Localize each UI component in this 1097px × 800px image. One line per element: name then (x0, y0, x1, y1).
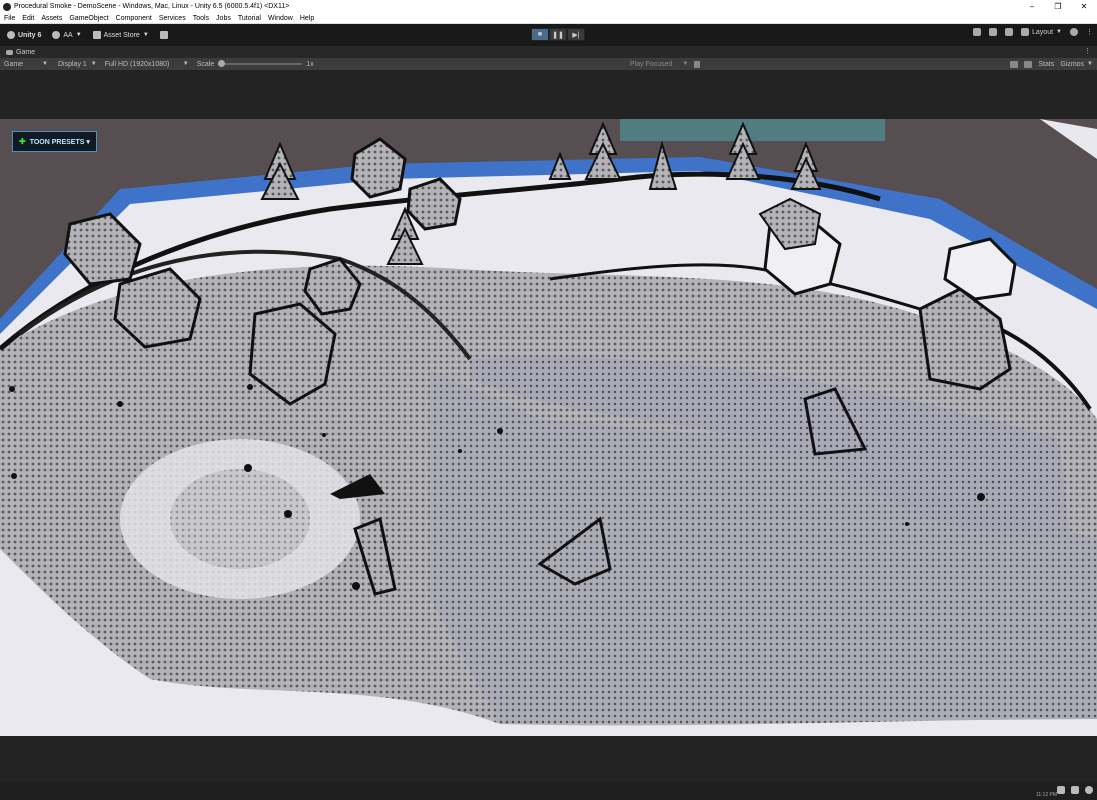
chevron-down-icon: ▼ (142, 32, 149, 38)
menu-window[interactable]: Window (268, 15, 293, 22)
maximize-button[interactable]: ❐ (1045, 0, 1071, 13)
scale-slider[interactable] (218, 60, 303, 67)
status-bar: 11:12 PM (0, 782, 1097, 800)
scale-value: 1x (306, 60, 314, 68)
menu-tutorial[interactable]: Tutorial (238, 15, 261, 22)
layout-dropdown[interactable]: Layout ▼ (1021, 28, 1062, 36)
stop-icon: ■ (537, 31, 543, 38)
toon-presets-label: TOON PRESETS ▾ (29, 138, 90, 146)
menu-assets[interactable]: Assets (41, 15, 62, 22)
user-icon (52, 31, 61, 39)
frame-debugger-icon[interactable] (1010, 60, 1019, 68)
plus-icon: ✚ (19, 137, 26, 146)
scale-slider-thumb[interactable] (218, 60, 226, 67)
account-label: AA (63, 31, 73, 39)
menu-component[interactable]: Component (116, 15, 152, 22)
menu-tools[interactable]: Tools (193, 15, 209, 22)
unity-label: Unity 6 (18, 31, 42, 39)
history-icon[interactable] (989, 28, 998, 36)
unity-logo-icon (3, 2, 11, 11)
aspect-icon[interactable] (1024, 60, 1033, 68)
gizmos-label: Gizmos (1060, 60, 1085, 68)
layout-label: Layout (1032, 28, 1054, 36)
game-viewport[interactable]: ✚ TOON PRESETS ▾ (0, 119, 1097, 736)
menu-edit[interactable]: Edit (22, 15, 34, 22)
clock-text: 11:12 PM (1035, 792, 1057, 798)
layout-icon (1021, 28, 1030, 36)
toolbar-right: Layout ▼ ⋮ (973, 28, 1093, 36)
menu-gameobject[interactable]: GameObject (69, 15, 108, 22)
search-icon[interactable] (1005, 28, 1014, 36)
stats-button[interactable]: Stats (1038, 61, 1054, 68)
network-icon[interactable] (1057, 786, 1065, 794)
scene-render (0, 119, 1097, 736)
chevron-down-icon: ▼ (75, 32, 82, 38)
asset-store-dropdown[interactable]: Asset Store ▼ (89, 28, 153, 42)
window-title: Procedural Smoke - DemoScene - Windows, … (14, 3, 290, 10)
display-dropdown[interactable]: Display 1 ▼ (54, 58, 101, 70)
chevron-down-icon: ▼ (682, 61, 689, 67)
game-tab-bar: Game ⋮ (0, 46, 1097, 58)
unity-icon (7, 31, 15, 39)
chevron-down-icon: ▼ (182, 61, 189, 67)
chevron-down-icon: ▼ (90, 61, 97, 67)
chevron-down-icon: ▼ (42, 61, 48, 67)
scale-label: Scale (196, 60, 215, 68)
menu-file[interactable]: File (4, 15, 15, 22)
tab-game[interactable]: Game (6, 49, 35, 56)
package-icon (159, 31, 168, 39)
console-icon[interactable] (1071, 786, 1079, 794)
scale-control: Scale 1x (193, 58, 318, 70)
gizmos-button[interactable]: Gizmos ▼ (1060, 61, 1093, 68)
minimize-button[interactable]: – (1019, 0, 1045, 13)
toon-presets-button[interactable]: ✚ TOON PRESETS ▾ (12, 131, 97, 152)
view-mode-dropdown[interactable]: Game ▼ (0, 58, 52, 70)
bag-icon (92, 31, 101, 39)
menu-jobs[interactable]: Jobs (216, 15, 231, 22)
cloud-icon[interactable] (973, 28, 982, 36)
close-button[interactable]: ✕ (1071, 0, 1097, 13)
status-icons (1057, 786, 1093, 794)
more-icon[interactable]: ⋮ (1086, 28, 1093, 36)
play-button[interactable]: ■ (531, 28, 549, 41)
account-dropdown[interactable]: AA ▼ (48, 28, 85, 42)
window-controls: – ❐ ✕ (1019, 0, 1097, 13)
menu-services[interactable]: Services (159, 15, 186, 22)
letterbox-bottom (0, 736, 1097, 782)
package-button[interactable] (156, 28, 175, 42)
progress-icon[interactable] (1085, 786, 1093, 794)
game-view-toolbar: Game ▼ Display 1 ▼ Full HD (1920x1080) ▼… (0, 58, 1097, 70)
tab-menu-icon[interactable]: ⋮ (1084, 47, 1091, 55)
mute-audio-icon[interactable] (694, 60, 701, 68)
view-mode-label: Game (4, 60, 24, 68)
play-mode-dropdown[interactable]: Play Focused ▼ (630, 58, 701, 70)
pause-button[interactable]: ❚❚ (549, 28, 567, 41)
display-label: Display 1 (58, 60, 87, 68)
resolution-label: Full HD (1920x1080) (104, 60, 170, 68)
chevron-down-icon: ▼ (1087, 61, 1093, 67)
play-mode-label: Play Focused (630, 60, 673, 68)
help-icon[interactable] (1070, 28, 1078, 36)
tab-game-label: Game (16, 48, 36, 56)
title-bar: Procedural Smoke - DemoScene - Windows, … (0, 0, 1097, 13)
menu-bar: File Edit Assets GameObject Component Se… (0, 13, 1097, 24)
step-icon: ▶| (572, 31, 580, 39)
asset-store-label: Asset Store (103, 31, 140, 39)
gamepad-icon (6, 49, 13, 55)
pause-icon: ❚❚ (552, 31, 564, 39)
chevron-down-icon: ▼ (1056, 29, 1062, 35)
letterbox-top (0, 70, 1097, 119)
menu-help[interactable]: Help (300, 15, 314, 22)
resolution-dropdown[interactable]: Full HD (1920x1080) ▼ (101, 58, 193, 70)
play-controls: ■ ❚❚ ▶| (531, 28, 585, 41)
game-view-right-controls: Stats Gizmos ▼ (1010, 58, 1093, 70)
unity-account-button[interactable]: Unity 6 (3, 28, 45, 42)
step-button[interactable]: ▶| (567, 28, 585, 41)
